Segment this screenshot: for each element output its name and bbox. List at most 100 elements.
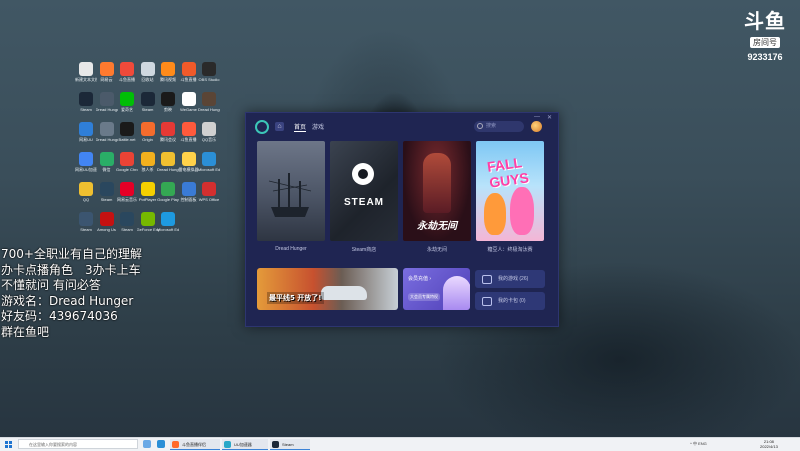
promo-banner[interactable]: 最平线5 开放了! — [257, 268, 398, 310]
mascot-art — [443, 276, 470, 310]
desktop-icon[interactable]: Dread Hunger — [96, 92, 118, 122]
desktop-icon-label: Steam — [80, 107, 92, 112]
game-caption: 永劫无间 — [426, 247, 447, 253]
desktop-icon[interactable]: Microsoft Edge — [198, 152, 220, 182]
desktop-icon[interactable]: 剪映 — [157, 92, 179, 122]
taskbar-search-input[interactable]: 在这里输入你要搜索的内容 — [18, 439, 138, 449]
app-icon — [181, 122, 196, 136]
search-icon — [477, 123, 483, 129]
app-icon — [99, 62, 114, 76]
windows-start-icon[interactable] — [5, 441, 12, 448]
desktop-icon[interactable]: Among Us — [96, 212, 118, 242]
uu-launcher-window: ⌂ 首页 游戏 搜索 — ✕ Dread Hunger STEAM Steam商… — [245, 112, 559, 327]
desktop-icon[interactable]: Origin — [137, 122, 159, 152]
desktop-icon[interactable]: OBS Studio — [198, 62, 220, 92]
desktop-icon-label: 腾讯会议 — [160, 137, 176, 142]
desktop-icon[interactable]: GeForce Experience — [137, 212, 159, 242]
home-icon[interactable]: ⌂ — [275, 122, 284, 131]
desktop-icon[interactable]: 网易UU加速器 — [75, 152, 97, 182]
desktop-icon[interactable]: WPS Office — [198, 182, 220, 212]
app-icon — [161, 122, 175, 136]
desktop-icon[interactable]: 网易云音乐 — [116, 182, 138, 212]
desktop-icon[interactable]: 腾讯会议 — [157, 122, 179, 152]
desktop-icon-label: 网易UU加速器 — [75, 167, 97, 172]
desktop-icon[interactable]: 回收站 — [137, 62, 159, 92]
stream-overlay-text: 700+全职业有自己的理解 办卡点播角色 3办卡上车 不懂就问 有问必答 游戏名… — [1, 247, 142, 341]
app-icon — [202, 182, 216, 196]
desktop-icon[interactable]: Steam — [75, 92, 97, 122]
desktop-icon[interactable]: Steam — [137, 92, 159, 122]
app-icon — [161, 212, 175, 226]
avatar[interactable] — [531, 121, 542, 132]
app-icon — [140, 122, 155, 136]
game-tile-dread-hunger[interactable] — [257, 141, 325, 241]
desktop-icon[interactable]: 斗鱼直播 — [116, 62, 138, 92]
game-tile-fall-guys[interactable]: FALL GUYS — [476, 141, 544, 241]
desktop-icon[interactable]: Dread Hunger — [157, 152, 179, 182]
taskbar-app-uu[interactable]: UU加速器 — [222, 439, 268, 450]
taskbar-app-label: Steam — [282, 442, 294, 447]
member-sub: 大会员专属特权 — [408, 293, 440, 301]
desktop-icon[interactable]: 斗鱼直播 — [178, 122, 200, 152]
tab-games[interactable]: 游戏 — [312, 122, 324, 131]
desktop-icon[interactable]: 雷电模拟器 — [178, 152, 200, 182]
game-tile-steam[interactable]: STEAM — [330, 141, 398, 241]
desktop-icon-label: Among Us — [97, 227, 116, 232]
app-icon — [181, 92, 196, 106]
system-tray[interactable]: ^ 中 ENG — [690, 441, 707, 447]
banner-text: 最平线5 开放了! — [267, 292, 324, 304]
search-input[interactable]: 搜索 — [474, 121, 524, 132]
clock[interactable]: 21:08 2022/4/13 — [760, 439, 778, 449]
my-games-button[interactable]: 我的游戏 (26) — [475, 270, 545, 288]
desktop-icon[interactable]: Dread Hunger — [198, 92, 220, 122]
desktop-icon-label: WPS Office — [198, 197, 220, 202]
minimize-icon[interactable]: — — [534, 114, 540, 120]
desktop-icon-label: 回收站 — [141, 77, 154, 82]
desktop-icon[interactable]: 爱奇艺 — [116, 92, 138, 122]
desktop-icon[interactable]: 腾讯视频 — [157, 62, 179, 92]
overlay-line: 办卡点播角色 3办卡上车 — [1, 262, 141, 277]
desktop-icon-label: 控制面板 — [180, 197, 197, 202]
my-cards-button[interactable]: 我的卡包 (0) — [475, 292, 545, 310]
desktop-icon[interactable]: 微信 — [96, 152, 118, 182]
desktop-icon[interactable]: Steam — [96, 182, 118, 212]
desktop-icon-label: Steam — [141, 107, 154, 112]
desktop-icon[interactable]: Steam — [75, 212, 97, 242]
taskbar: 在这里输入你要搜索的内容 斗鱼直播伴侣 UU加速器 Steam ^ 中 ENG … — [0, 437, 800, 451]
desktop-icon[interactable]: Dread Hunger — [96, 122, 118, 152]
desktop-icon[interactable]: WeGame — [178, 92, 200, 122]
desktop-icon[interactable]: 新建文本文档 — [75, 62, 97, 92]
desktop-icon-label: Steam — [121, 227, 133, 232]
taskbar-app-douyu[interactable]: 斗鱼直播伴侣 — [170, 439, 220, 450]
desktop-icon[interactable]: 斗鱼直播 — [178, 62, 200, 92]
app-icon — [224, 441, 231, 448]
game-tile-naraka[interactable]: 永劫无间 — [403, 141, 471, 241]
member-recharge-card[interactable]: 会员充值 › 大会员专属特权 — [403, 268, 470, 310]
tab-home[interactable]: 首页 — [294, 122, 307, 132]
desktop-icon[interactable]: Microsoft Edge — [157, 212, 179, 242]
desktop-icon[interactable]: 狼人杀 — [137, 152, 159, 182]
overlay-line: 好友码：439674036 — [1, 309, 118, 324]
desktop-icon[interactable]: 控制面板 — [178, 182, 200, 212]
desktop-icon-label: Google Chrome — [116, 167, 138, 172]
taskbar-app-steam[interactable]: Steam — [270, 439, 310, 450]
app-icon — [99, 182, 114, 196]
desktop-icon[interactable]: PotPlayer — [137, 182, 159, 212]
task-view-icon[interactable] — [143, 440, 151, 448]
desktop-icon-label: 雷电模拟器 — [178, 167, 199, 172]
desktop-icon[interactable]: Google Play — [157, 182, 179, 212]
desktop-icon[interactable]: Steam — [116, 212, 138, 242]
desktop-icon-label: Battle.net — [118, 137, 136, 142]
desktop-icon[interactable]: Battle.net — [116, 122, 138, 152]
game-caption: Dread Hunger — [275, 246, 307, 252]
desktop-icon[interactable]: QQ — [75, 182, 97, 212]
desktop-icon[interactable]: Google Chrome — [116, 152, 138, 182]
desktop-icon[interactable]: 网易UU — [75, 122, 97, 152]
app-icon — [120, 152, 134, 166]
uu-logo-icon — [255, 120, 269, 134]
desktop-icon[interactable]: QQ音乐 — [198, 122, 220, 152]
edge-icon[interactable] — [157, 440, 165, 448]
desktop-icon[interactable]: 网易云 — [96, 62, 118, 92]
close-icon[interactable]: ✕ — [547, 114, 552, 121]
app-icon — [272, 441, 279, 448]
